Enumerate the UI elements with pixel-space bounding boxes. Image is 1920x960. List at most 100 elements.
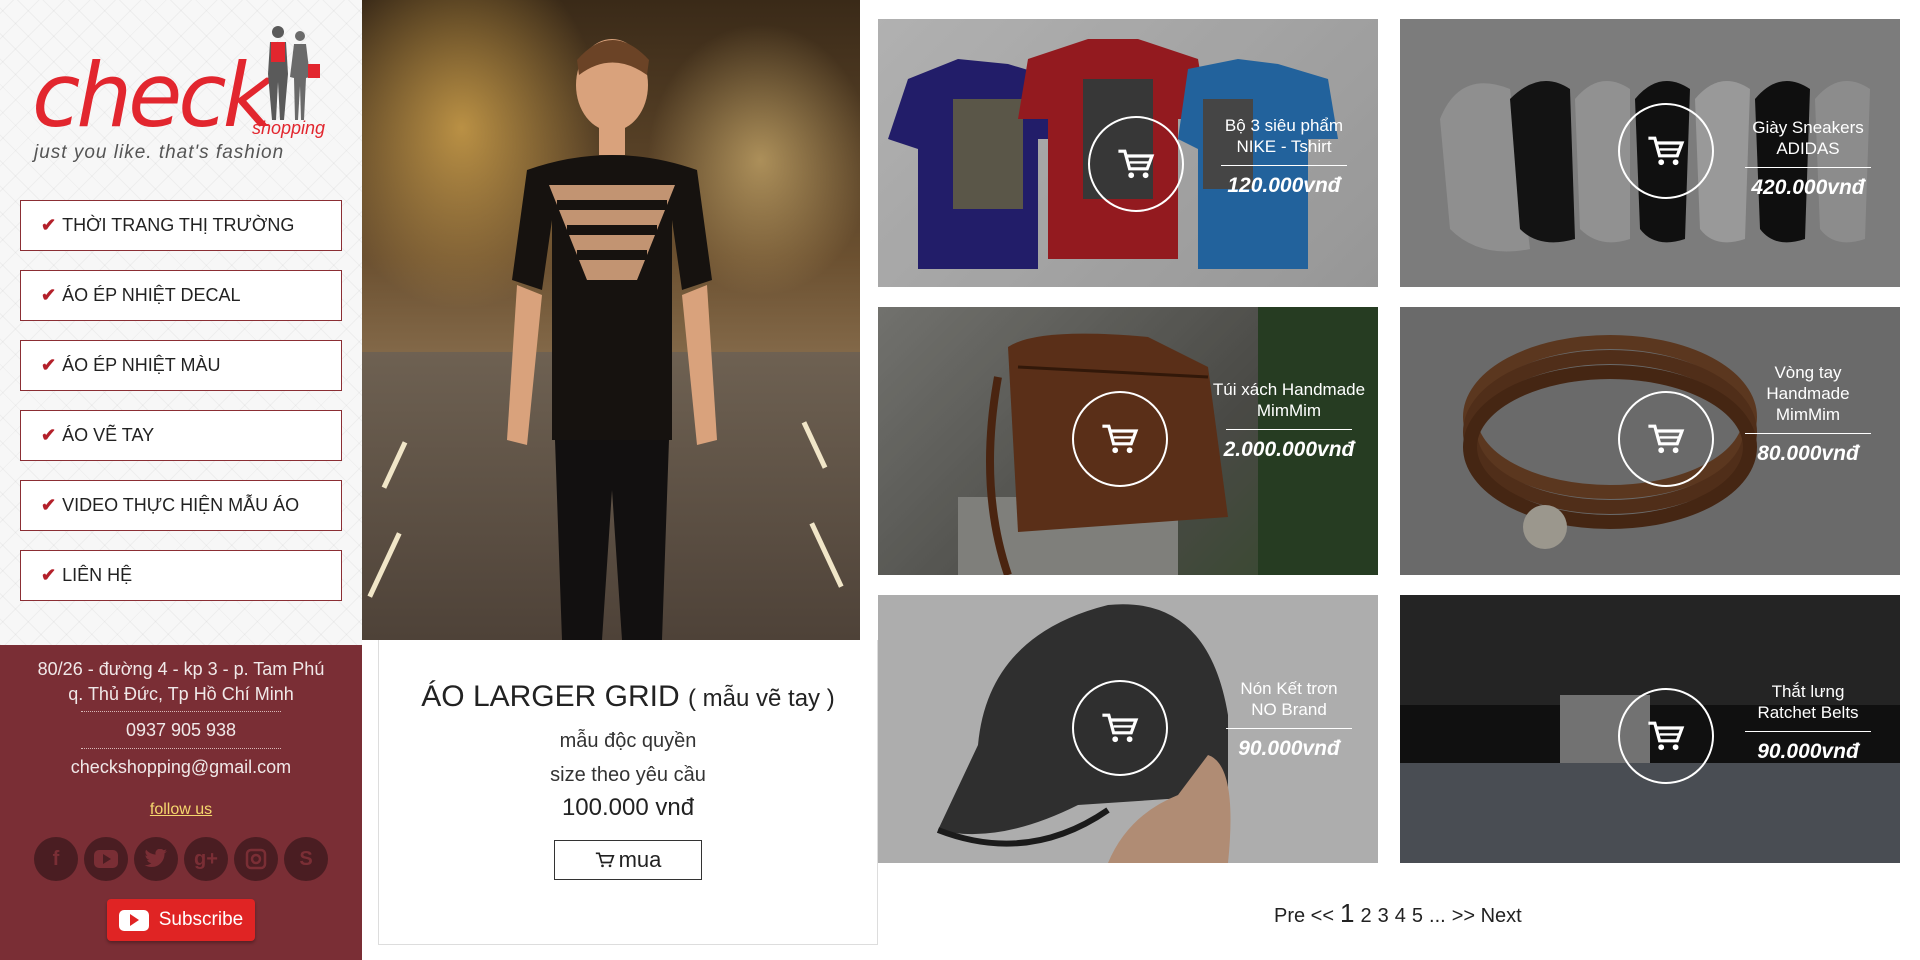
pagination: Pre << 1 2 3 4 5 ... >> Next	[1274, 898, 1522, 929]
product-card-nike-tshirt[interactable]: Bộ 3 siêu phẩm NIKE - Tshirt 120.000vnđ	[878, 19, 1378, 287]
menu-item-thoi-trang[interactable]: ✔ THỜI TRANG THỊ TRƯỜNG	[20, 200, 342, 251]
product-name: Túi xách Handmade MimMim	[1212, 380, 1366, 420]
product-card-cap[interactable]: Nón Kết trơn NO Brand 90.000vnđ	[878, 595, 1378, 863]
product-card-bracelet[interactable]: Vòng tay Handmade MimMim 80.000vnđ	[1400, 307, 1900, 575]
product-info: Túi xách Handmade MimMim 2.000.000vnđ	[1208, 379, 1370, 462]
logo-wordmark: check	[32, 44, 274, 147]
cart-icon[interactable]	[1072, 680, 1168, 776]
menu-item-label: LIÊN HỆ	[62, 565, 133, 585]
feature-photo[interactable]	[362, 0, 860, 640]
sidebar-top: check shopping just you like. that's fas…	[0, 0, 362, 645]
youtube-play-icon	[118, 909, 149, 931]
sidebar: check shopping just you like. that's fas…	[0, 0, 362, 960]
feature-line-1: mẫu độc quyền	[559, 730, 697, 752]
cart-icon[interactable]	[1088, 116, 1184, 212]
product-price: 2.000.000vnđ	[1223, 438, 1355, 461]
address-line-2: q. Thủ Đức, Tp Hồ Chí Minh	[68, 684, 294, 704]
instagram-icon[interactable]	[234, 837, 278, 881]
phone-number[interactable]: 0937 905 938	[0, 716, 362, 744]
page: check shopping just you like. that's fas…	[0, 0, 1920, 960]
menu-item-ao-ve-tay[interactable]: ✔ ÁO VẼ TAY	[20, 410, 342, 461]
feature-description: mẫu độc quyền size theo yêu cầu	[379, 724, 877, 792]
divider	[1745, 433, 1871, 434]
prev-link[interactable]: Pre <<	[1274, 905, 1334, 928]
product-name: Giày Sneakers ADIDAS	[1752, 118, 1864, 158]
feature-title-text: ÁO LARGER GRID	[421, 680, 680, 713]
feature-title-note: ( mẫu vẽ tay )	[688, 685, 835, 712]
checkmark-icon: ✔	[41, 425, 57, 445]
address-line-1: 80/26 - đường 4 - kp 3 - p. Tam Phú	[37, 659, 325, 679]
facebook-icon[interactable]: f	[34, 837, 78, 881]
divider	[1745, 731, 1871, 732]
checkmark-icon: ✔	[41, 285, 57, 305]
page-current[interactable]: 1	[1340, 898, 1354, 929]
subscribe-label: Subscribe	[158, 909, 244, 930]
menu-item-label: ÁO VẼ TAY	[62, 425, 155, 445]
feature-panel: ÁO LARGER GRID ( mẫu vẽ tay ) mẫu độc qu…	[378, 640, 878, 945]
page-link-5[interactable]: 5	[1412, 905, 1423, 928]
checkmark-icon: ✔	[41, 215, 57, 235]
social-links: f g+ S	[0, 837, 362, 881]
menu-item-lien-he[interactable]: ✔ LIÊN HỆ	[20, 550, 342, 601]
divider	[1745, 167, 1871, 168]
product-name: Bộ 3 siêu phẩm NIKE - Tshirt	[1224, 116, 1344, 156]
product-price: 90.000vnđ	[1238, 737, 1340, 760]
divider	[1226, 429, 1352, 430]
follow-us-link[interactable]: follow us	[150, 801, 212, 819]
email-address[interactable]: checkshopping@gmail.com	[0, 753, 362, 781]
menu-item-video[interactable]: ✔ VIDEO THỰC HIỆN MẪU ÁO	[20, 480, 342, 531]
cart-icon	[595, 852, 615, 868]
pagination-ellipsis: ...	[1429, 905, 1446, 927]
menu-item-label: VIDEO THỰC HIỆN MẪU ÁO	[62, 495, 300, 515]
buy-label: mua	[618, 847, 662, 872]
menu-item-ao-ep-nhiet-decal[interactable]: ✔ ÁO ÉP NHIỆT DECAL	[20, 270, 342, 321]
product-price: 90.000vnđ	[1757, 740, 1859, 763]
product-name: Nón Kết trơn NO Brand	[1240, 679, 1338, 719]
cart-icon[interactable]	[1618, 688, 1714, 784]
subscribe-button[interactable]: Subscribe	[107, 899, 255, 941]
product-info: Bộ 3 siêu phẩm NIKE - Tshirt 120.000vnđ	[1221, 115, 1347, 198]
google-plus-icon[interactable]: g+	[184, 837, 228, 881]
feature-price: 100.000 vnđ	[561, 794, 695, 821]
divider	[1221, 165, 1347, 166]
checkmark-icon: ✔	[41, 355, 57, 375]
menu-item-label: ÁO ÉP NHIỆT DECAL	[62, 285, 241, 305]
checkmark-icon: ✔	[41, 495, 57, 515]
product-name: Vòng tay Handmade MimMim	[1766, 363, 1850, 424]
next-link[interactable]: >> Next	[1452, 905, 1522, 928]
feature-title: ÁO LARGER GRID ( mẫu vẽ tay )	[379, 680, 877, 714]
divider	[81, 748, 281, 749]
product-price: 120.000vnđ	[1227, 174, 1341, 197]
logo[interactable]: check shopping just you like. that's fas…	[28, 22, 338, 163]
product-info: Thắt lưng Ratchet Belts 90.000vnđ	[1745, 681, 1871, 764]
category-menu: ✔ THỜI TRANG THỊ TRƯỜNG ✔ ÁO ÉP NHIỆT DE…	[20, 200, 342, 620]
divider	[1226, 728, 1352, 729]
divider	[81, 711, 281, 712]
menu-item-ao-ep-nhiet-mau[interactable]: ✔ ÁO ÉP NHIỆT MÀU	[20, 340, 342, 391]
cart-icon[interactable]	[1072, 391, 1168, 487]
product-card-adidas-sneakers[interactable]: Giày Sneakers ADIDAS 420.000vnđ	[1400, 19, 1900, 287]
page-link-3[interactable]: 3	[1378, 905, 1389, 928]
product-info: Giày Sneakers ADIDAS 420.000vnđ	[1745, 117, 1871, 200]
product-card-handbag[interactable]: Túi xách Handmade MimMim 2.000.000vnđ	[878, 307, 1378, 575]
product-price: 80.000vnđ	[1757, 442, 1859, 465]
checkmark-icon: ✔	[41, 565, 57, 585]
buy-button[interactable]: mua	[554, 840, 702, 880]
skype-icon[interactable]: S	[284, 837, 328, 881]
product-card-belt[interactable]: Thắt lưng Ratchet Belts 90.000vnđ	[1400, 595, 1900, 863]
product-name: Thắt lưng Ratchet Belts	[1757, 682, 1859, 722]
couple-silhouette-icon	[268, 26, 320, 120]
contact-panel: 80/26 - đường 4 - kp 3 - p. Tam Phú q. T…	[0, 645, 362, 960]
logo-tagline: just you like. that's fashion	[34, 142, 285, 163]
page-link-2[interactable]: 2	[1361, 905, 1372, 928]
twitter-icon[interactable]	[134, 837, 178, 881]
cart-icon[interactable]	[1618, 103, 1714, 199]
model-figure	[507, 39, 717, 640]
youtube-icon[interactable]	[84, 837, 128, 881]
feature-line-2: size theo yêu cầu	[550, 764, 706, 786]
cart-icon[interactable]	[1618, 391, 1714, 487]
product-price: 420.000vnđ	[1751, 176, 1865, 199]
page-link-4[interactable]: 4	[1395, 905, 1406, 928]
product-info: Nón Kết trơn NO Brand 90.000vnđ	[1226, 678, 1352, 761]
menu-item-label: ÁO ÉP NHIỆT MÀU	[62, 355, 221, 375]
